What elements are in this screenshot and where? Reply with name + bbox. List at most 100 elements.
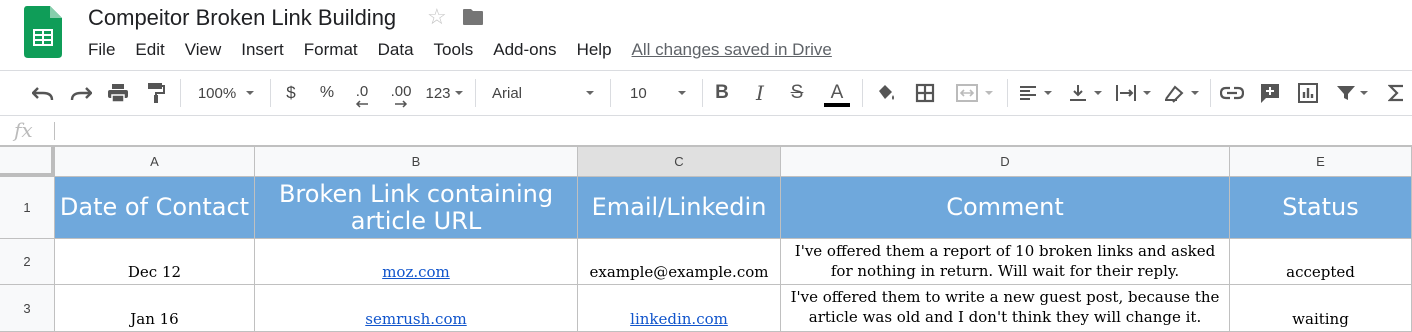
fill-color-icon[interactable] [872,71,900,115]
formula-divider [54,122,55,140]
text-color-button[interactable]: A [820,71,854,115]
decrease-decimals-button[interactable]: .0 [348,71,376,115]
chevron-down-icon [1360,91,1368,95]
star-icon[interactable]: ☆ [427,4,447,30]
formula-input[interactable] [60,120,1400,142]
google-sheets-logo[interactable] [24,6,62,58]
chevron-down-icon [246,91,255,95]
column-header-a[interactable]: A [55,146,255,177]
font-size-value: 10 [630,84,647,102]
redo-icon[interactable] [66,71,96,115]
toolbar-divider [1007,79,1008,107]
undo-icon[interactable] [28,71,58,115]
save-status-link[interactable]: All changes saved in Drive [632,36,832,64]
contact-link[interactable]: linkedin.com [630,309,728,329]
column-header-d[interactable]: D [781,146,1230,177]
format-currency-button[interactable]: $ [278,71,304,115]
vertical-align-icon[interactable] [1064,71,1106,115]
bold-label: B [715,82,729,103]
header-cell-article-url[interactable]: Broken Link containing article URL [255,177,578,239]
strikethrough-button[interactable]: S [783,71,811,115]
horizontal-align-icon[interactable] [1014,71,1056,115]
increase-decimals-button[interactable]: .00 [385,71,417,115]
toolbar-divider [702,79,703,107]
chevron-down-icon [1191,91,1199,95]
status-cell[interactable]: accepted [1230,239,1412,285]
italic-button[interactable]: I [746,71,774,115]
chevron-down-icon [985,91,993,95]
font-family-select[interactable]: Arial [484,71,602,115]
text-rotation-icon[interactable] [1160,71,1202,115]
bold-button[interactable]: B [708,71,736,115]
menu-edit[interactable]: Edit [125,36,174,64]
menu-insert[interactable]: Insert [231,36,294,64]
contact-cell[interactable]: linkedin.com [578,285,781,332]
print-icon[interactable] [104,71,132,115]
url-cell[interactable]: moz.com [255,239,578,285]
chevron-down-icon [1044,91,1052,95]
menu-tools[interactable]: Tools [424,36,484,64]
menu-view[interactable]: View [175,36,232,64]
more-formats-select[interactable]: 123 [422,71,466,115]
row-header-3[interactable]: 3 [0,285,55,332]
toolbar-divider [270,79,271,107]
insert-link-icon[interactable] [1218,71,1246,115]
chevron-down-icon [586,91,594,95]
filter-icon[interactable] [1332,71,1372,115]
italic-label: I [756,81,764,105]
toolbar-divider [610,79,611,107]
menu-add-ons[interactable]: Add-ons [483,36,566,64]
header-cell-comment[interactable]: Comment [781,177,1230,239]
header-cell-status[interactable]: Status [1230,177,1412,239]
text-wrap-icon[interactable] [1112,71,1154,115]
text-color-label: A [830,82,844,103]
borders-icon[interactable] [911,71,939,115]
increase-decimals-label: .00 [390,83,412,100]
select-all-corner[interactable] [0,146,55,177]
contact-cell[interactable]: example@example.com [578,239,781,285]
menu-format[interactable]: Format [294,36,368,64]
comment-cell[interactable]: I've offered them a report of 10 broken … [781,239,1230,285]
toolbar-divider [475,79,476,107]
formula-bar: fx [0,116,1412,146]
row-header-2[interactable]: 2 [0,239,55,285]
column-header-b[interactable]: B [255,146,578,177]
zoom-value: 100% [197,84,237,102]
chevron-down-icon [1143,91,1151,95]
paint-format-icon[interactable] [142,71,170,115]
row-header-1[interactable]: 1 [0,177,55,239]
format-percent-button[interactable]: % [314,71,340,115]
zoom-select[interactable]: 100% [190,71,262,115]
chevron-down-icon [454,91,463,95]
comment-cell[interactable]: I've offered them to write a new guest p… [781,285,1230,332]
document-title[interactable]: Compeitor Broken Link Building [88,3,396,33]
decrease-decimals-label: .0 [355,83,369,100]
currency-label: $ [286,83,296,102]
column-header-c[interactable]: C [578,146,781,177]
percent-label: % [319,84,335,101]
menu-help[interactable]: Help [567,36,622,64]
header-cell-date[interactable]: Date of Contact [55,177,255,239]
menu-data[interactable]: Data [368,36,424,64]
header-cell-contact[interactable]: Email/Linkedin [578,177,781,239]
toolbar: 100% $ % .0 .00 123 Arial 10 B I S A [0,70,1412,116]
title-bar: Compeitor Broken Link Building ☆ File Ed… [0,0,1412,70]
article-link[interactable]: moz.com [382,262,450,282]
toolbar-divider [180,79,181,107]
arrow-left-icon [355,100,368,108]
menu-file[interactable]: File [78,36,125,64]
toolbar-divider [862,79,863,107]
column-header-e[interactable]: E [1230,146,1412,177]
date-cell[interactable]: Dec 12 [55,239,255,285]
merge-cells-icon[interactable] [949,71,999,115]
article-link[interactable]: semrush.com [365,309,466,329]
insert-comment-icon[interactable] [1256,71,1284,115]
strikethrough-label: S [790,82,804,103]
insert-chart-icon[interactable] [1294,71,1322,115]
font-size-select[interactable]: 10 [622,71,694,115]
url-cell[interactable]: semrush.com [255,285,578,332]
functions-icon[interactable] [1384,71,1408,115]
date-cell[interactable]: Jan 16 [55,285,255,332]
folder-icon[interactable] [462,7,484,27]
status-cell[interactable]: waiting [1230,285,1412,332]
